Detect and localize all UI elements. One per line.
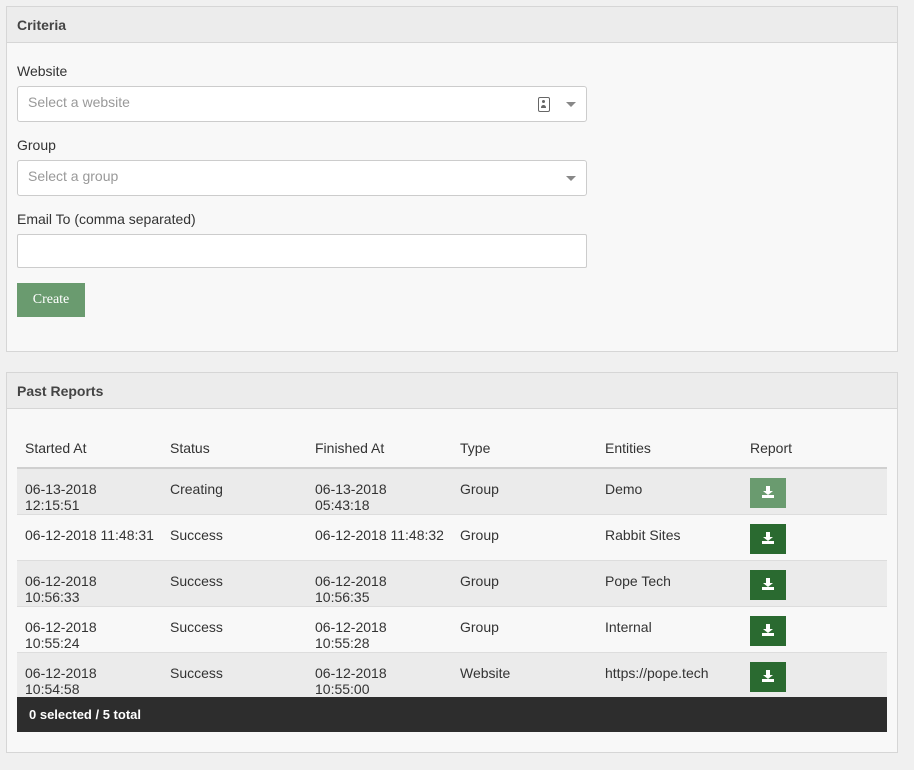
table-header-row: Started At Status Finished At Type Entit… [17,429,887,469]
criteria-title: Criteria [7,7,897,43]
email-label: Email To (comma separated) [17,211,196,227]
download-report-button[interactable] [750,569,786,600]
finished-at-cell: 06-12-2018 10:56:35 [307,559,452,606]
report-cell [742,559,887,606]
download-icon [762,531,774,544]
finished-at-cell: 06-12-2018 10:55:28 [307,605,452,652]
type-cell: Group [452,467,597,514]
status-cell: Success [162,559,307,606]
report-cell [742,651,887,698]
entities-cell: https://pope.tech [597,651,742,698]
type-cell: Group [452,559,597,606]
table-row[interactable]: 06-12-2018 10:54:58 Success 06-12-2018 1… [17,651,887,698]
column-status[interactable]: Status [162,429,307,469]
email-field[interactable] [17,234,587,268]
type-cell: Group [452,605,597,652]
table-row[interactable]: 06-13-2018 12:15:51 Creating 06-13-2018 … [17,467,887,514]
started-at-cell: 06-12-2018 10:54:58 [17,651,162,698]
past-reports-panel: Past Reports Started At Status Finished … [6,372,898,753]
create-button[interactable]: Create [17,283,85,317]
report-cell [742,467,887,514]
report-cell [742,605,887,652]
download-report-button[interactable] [750,523,786,554]
column-started-at[interactable]: Started At [17,429,162,469]
contact-card-icon[interactable] [538,97,550,112]
report-cell [742,513,887,560]
entities-cell: Pope Tech [597,559,742,606]
status-cell: Creating [162,467,307,514]
past-reports-title: Past Reports [7,373,897,409]
selection-summary: 0 selected / 5 total [17,697,887,732]
download-icon [762,577,774,590]
finished-at-cell: 06-12-2018 10:55:00 [307,651,452,698]
status-cell: Success [162,651,307,698]
criteria-form: Website Select a website Group Select a … [7,43,897,351]
download-report-button[interactable] [750,478,786,508]
entities-cell: Demo [597,467,742,514]
download-icon [762,623,774,636]
status-cell: Success [162,605,307,652]
group-label: Group [17,137,56,153]
table-row[interactable]: 06-12-2018 11:48:31 Success 06-12-2018 1… [17,513,887,560]
finished-at-cell: 06-13-2018 05:43:18 [307,467,452,514]
download-report-button[interactable] [750,661,786,692]
chevron-down-icon[interactable] [566,102,576,107]
entities-cell: Internal [597,605,742,652]
criteria-panel: Criteria Website Select a website Group … [6,6,898,352]
download-icon [762,669,774,682]
table-row[interactable]: 06-12-2018 10:55:24 Success 06-12-2018 1… [17,605,887,652]
website-select-placeholder: Select a website [28,94,130,110]
started-at-cell: 06-13-2018 12:15:51 [17,467,162,514]
column-type[interactable]: Type [452,429,597,469]
column-report: Report [742,429,887,469]
group-select[interactable]: Select a group [17,160,587,196]
column-finished-at[interactable]: Finished At [307,429,452,469]
started-at-cell: 06-12-2018 11:48:31 [17,513,162,560]
table-row[interactable]: 06-12-2018 10:56:33 Success 06-12-2018 1… [17,559,887,606]
started-at-cell: 06-12-2018 10:55:24 [17,605,162,652]
reports-table: Started At Status Finished At Type Entit… [17,429,887,698]
entities-cell: Rabbit Sites [597,513,742,560]
website-label: Website [17,63,68,79]
type-cell: Website [452,651,597,698]
download-icon [762,486,774,498]
download-report-button[interactable] [750,615,786,646]
finished-at-cell: 06-12-2018 11:48:32 [307,513,452,560]
group-select-placeholder: Select a group [28,168,119,184]
started-at-cell: 06-12-2018 10:56:33 [17,559,162,606]
type-cell: Group [452,513,597,560]
status-cell: Success [162,513,307,560]
website-select[interactable]: Select a website [17,86,587,122]
column-entities[interactable]: Entities [597,429,742,469]
chevron-down-icon[interactable] [566,176,576,181]
